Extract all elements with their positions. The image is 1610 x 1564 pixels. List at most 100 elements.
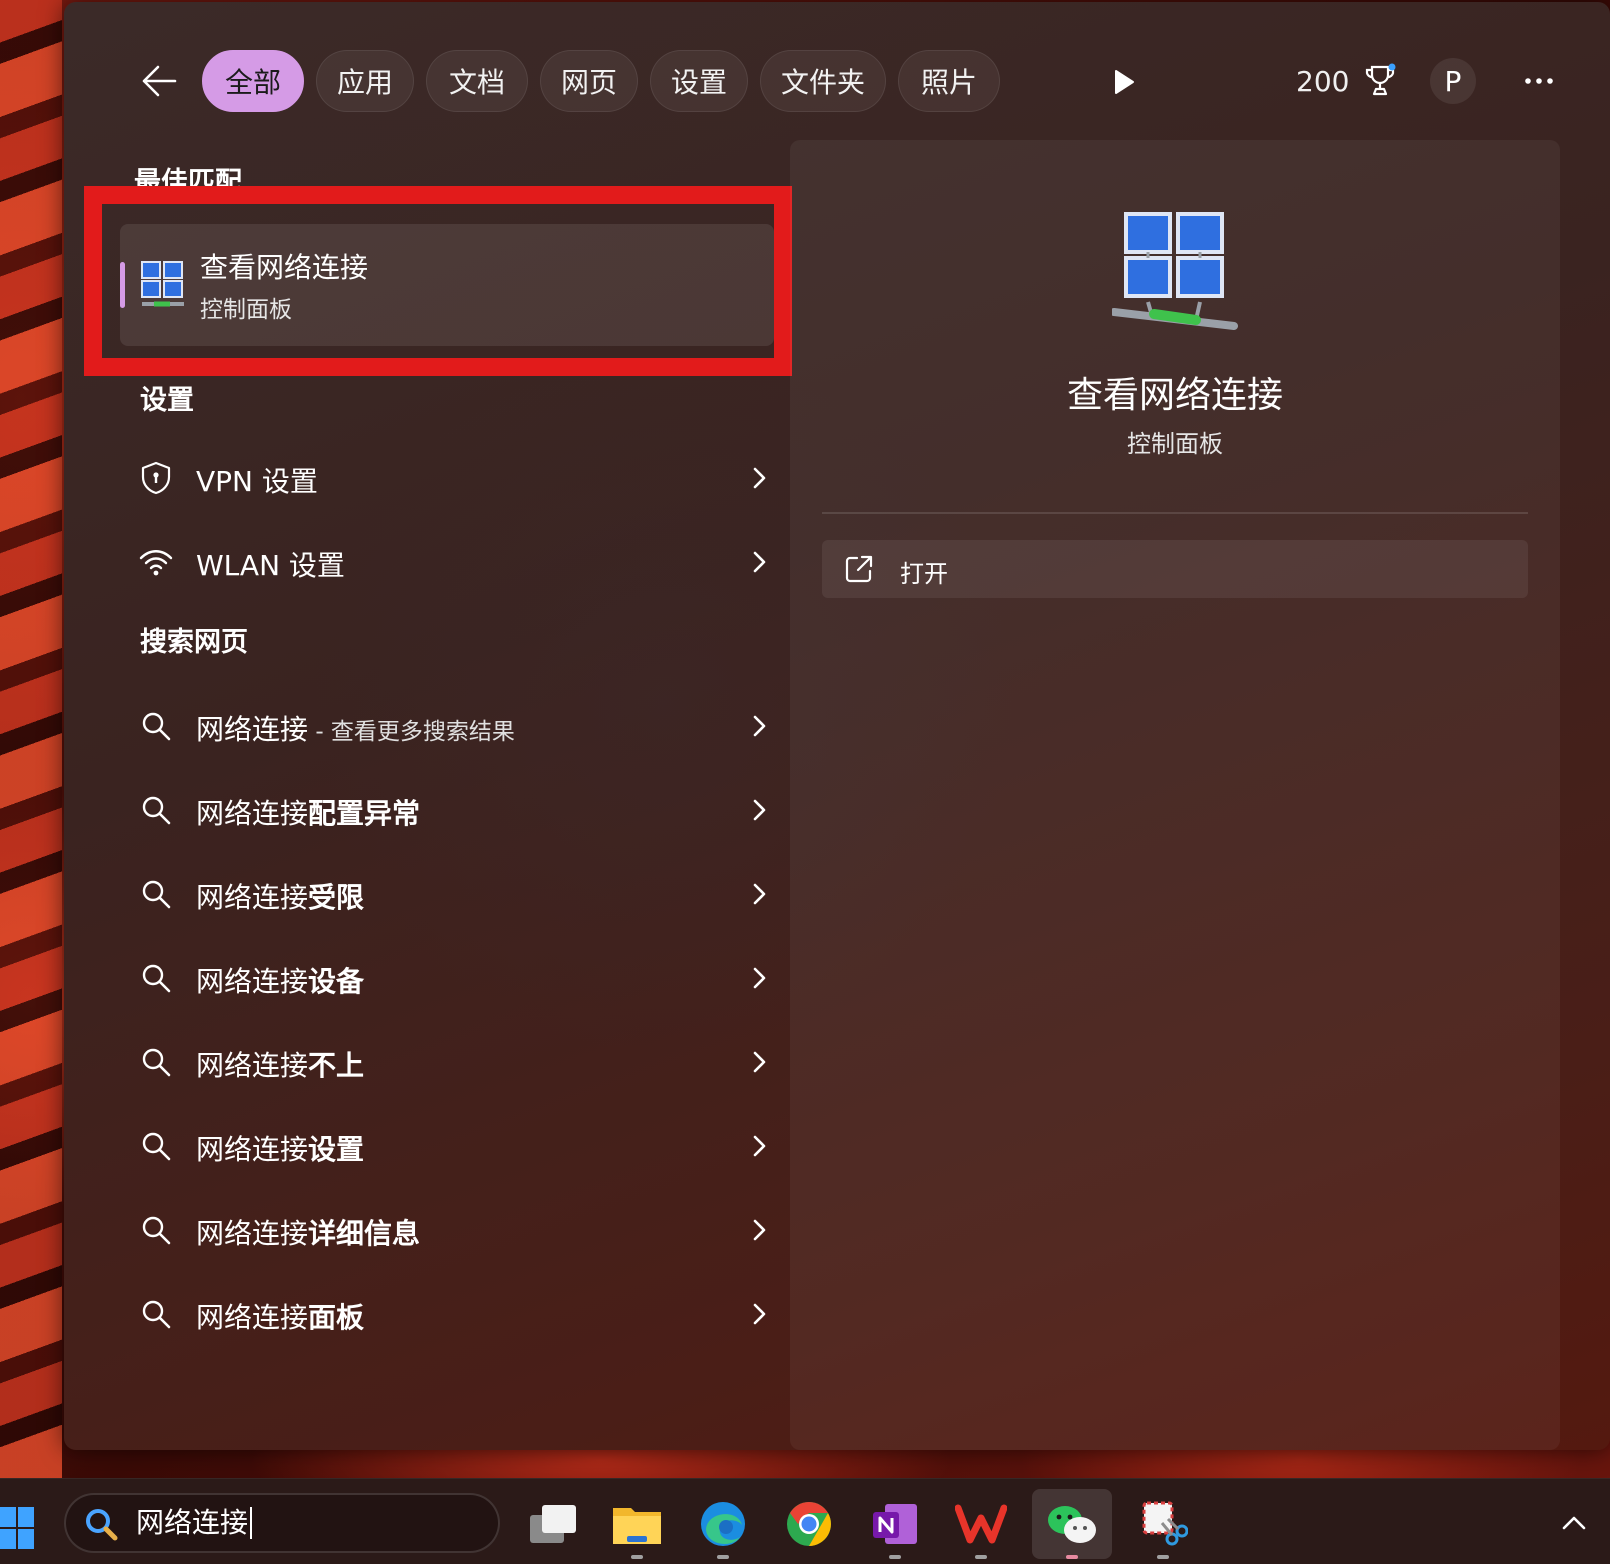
chevron-right-icon [753,799,766,821]
tab-apps[interactable]: 应用 [316,50,414,112]
more-options-button[interactable] [1514,58,1564,104]
start-button[interactable] [0,1505,36,1553]
taskbar-search-box[interactable]: 网络连接 [64,1493,500,1553]
tab-all[interactable]: 全部 [202,50,304,112]
search-icon [142,1216,171,1245]
search-icon [142,1048,171,1077]
points-value: 200 [1296,64,1350,98]
web-search-heading: 搜索网页 [140,627,248,658]
web-search-suggestion[interactable]: 网络连接不上 [120,1026,780,1098]
chevron-right-icon [753,1219,766,1241]
search-icon [142,1132,171,1161]
shield-icon [141,461,171,495]
web-search-suggestion[interactable]: 网络连接配置异常 [120,774,780,846]
running-indicator [1157,1555,1169,1559]
taskbar-chrome[interactable] [774,1489,844,1559]
wlan-settings-label: WLAN 设置 [196,549,345,582]
wifi-icon [139,550,173,576]
settings-item-vpn[interactable]: VPN 设置 [120,442,780,514]
running-indicator [1066,1555,1078,1559]
search-icon [142,964,171,993]
suggestion-label: 网络连接受限 [196,881,365,914]
taskbar-search-input[interactable]: 网络连接 [136,1507,253,1539]
taskbar-task-view[interactable] [518,1489,588,1559]
open-label: 打开 [900,560,948,588]
tab-folders[interactable]: 文件夹 [760,50,886,112]
edge-browser-icon [701,1502,745,1546]
more-tabs-button[interactable] [1104,62,1144,102]
suggestion-label: 网络连接不上 [196,1049,365,1082]
search-icon [142,880,171,909]
wechat-icon [1048,1506,1096,1543]
open-button[interactable]: 打开 [822,540,1528,598]
web-search-item[interactable]: 网络连接 - 查看更多搜索结果 [120,690,780,762]
taskbar-wps[interactable] [946,1489,1016,1559]
web-search-suggestion[interactable]: 网络连接设备 [120,942,780,1014]
taskbar: 网络连接 [0,1478,1610,1564]
ellipsis-icon [1525,78,1553,84]
suggestion-label: 网络连接设置 [196,1133,365,1166]
task-view-icon [530,1505,576,1543]
tab-settings[interactable]: 设置 [650,50,748,112]
taskbar-wechat[interactable] [1032,1489,1112,1559]
taskbar-onenote[interactable] [860,1489,930,1559]
user-avatar[interactable]: P [1430,58,1476,104]
web-search-suggestion[interactable]: 网络连接设置 [120,1110,780,1182]
network-connections-icon [141,261,184,307]
suggestion-label: 网络连接设备 [196,965,365,998]
trophy-icon [1366,63,1396,96]
settings-item-wlan[interactable]: WLAN 设置 [120,526,780,598]
tab-documents[interactable]: 文档 [426,50,528,112]
chevron-right-icon [753,551,766,573]
tab-web[interactable]: 网页 [540,50,638,112]
detail-title: 查看网络连接 [1066,375,1283,416]
rewards-points[interactable]: 200 [1296,60,1397,102]
web-search-label: 网络连接 - 查看更多搜索结果 [196,713,515,746]
running-indicator [717,1555,729,1559]
suggestion-label: 网络连接详细信息 [196,1217,421,1250]
onenote-icon [873,1504,917,1544]
tab-photos[interactable]: 照片 [898,50,1000,112]
chevron-right-icon [753,1051,766,1073]
taskbar-file-explorer[interactable] [602,1489,672,1559]
detail-subtitle: 控制面板 [1127,430,1223,458]
running-indicator [631,1555,643,1559]
search-icon [86,1509,118,1541]
chevron-right-icon [753,1303,766,1325]
taskbar-snipping-tool[interactable] [1128,1489,1198,1559]
vpn-settings-label: VPN 设置 [196,465,318,498]
snipping-tool-icon [1142,1501,1188,1546]
best-match-subtitle: 控制面板 [200,297,292,323]
windows-logo-icon [0,1507,34,1549]
arrow-left-icon [142,65,177,97]
result-detail-panel: 查看网络连接 控制面板 打开 [790,140,1560,1450]
search-icon [142,1300,171,1329]
chevron-right-icon [753,1135,766,1157]
chevron-right-icon [753,967,766,989]
network-connections-icon [1112,212,1238,330]
taskbar-edge[interactable] [688,1489,758,1559]
divider [822,512,1528,514]
best-match-result[interactable]: 查看网络连接 控制面板 [120,224,774,346]
best-match-title: 查看网络连接 [200,251,369,284]
back-button[interactable] [134,56,184,106]
running-indicator [889,1555,901,1559]
best-match-heading: 最佳匹配 [134,167,242,198]
running-indicator [975,1555,987,1559]
chevron-right-icon [753,715,766,737]
chrome-browser-icon [787,1502,831,1546]
search-icon [142,796,171,825]
search-icon [142,712,171,741]
chevron-right-icon [753,883,766,905]
settings-heading: 设置 [140,385,194,416]
open-external-icon [845,555,873,583]
web-search-suggestion[interactable]: 网络连接详细信息 [120,1194,780,1266]
windows-search-window: 全部 应用 文档 网页 设置 文件夹 照片 200 P 最佳匹配 查看网络连接 … [64,2,1610,1450]
show-hidden-icons-button[interactable] [1556,1505,1592,1541]
selection-indicator [120,262,125,308]
web-search-suggestion[interactable]: 网络连接面板 [120,1278,780,1350]
suggestion-label: 网络连接面板 [196,1301,365,1334]
web-search-suggestion[interactable]: 网络连接受限 [120,858,780,930]
play-icon [1115,70,1134,94]
search-filter-bar: 全部 应用 文档 网页 设置 文件夹 照片 200 P [64,48,1610,114]
